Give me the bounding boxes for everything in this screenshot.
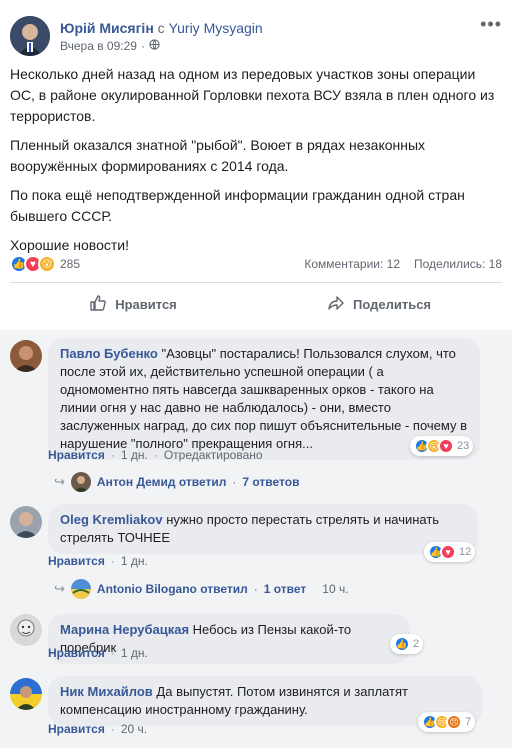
comment-timestamp[interactable]: 1 дн. <box>121 646 148 660</box>
angry-reaction-icon: 😠 <box>446 714 462 730</box>
commenter-name-link[interactable]: Oleg Kremliakov <box>60 512 163 527</box>
comment-text: "Азовцы" постарались! Пользовался слухом… <box>60 346 467 451</box>
author-connector: с <box>157 20 165 36</box>
comment-like-button[interactable]: Нравится <box>48 448 105 462</box>
post-stats: Комментарии: 12 Поделились: 18 <box>304 257 502 271</box>
more-options-button[interactable]: ••• <box>480 14 502 35</box>
comment-reactions[interactable]: 👍 😢 😠 7 <box>418 712 476 732</box>
comment-reaction-count: 12 <box>459 546 472 558</box>
comment-timestamp[interactable]: 1 дн. <box>121 448 148 462</box>
reply-count: 1 ответ <box>263 582 307 596</box>
post-paragraph: Несколько дней назад на одном из передов… <box>10 66 495 124</box>
comment-actions: Нравится · 1 дн. <box>48 554 148 568</box>
comment-reaction-count: 7 <box>465 716 472 728</box>
replies-link[interactable]: ↪ Antonio Bilogano ответил · 1 ответ 10 … <box>54 579 349 599</box>
wow-reaction-icon: 😮 <box>38 255 56 273</box>
post-header: Юрій Мисягін с Yuriy Mysyagin Вчера в 09… <box>10 10 502 56</box>
share-arrow-icon <box>327 294 345 315</box>
comment-actions: Нравится · 20 ч. <box>48 722 147 736</box>
post-paragraph: Хорошие новости! <box>10 237 129 253</box>
reply-arrow-icon: ↪ <box>54 581 65 596</box>
commenter-avatar[interactable] <box>10 340 42 372</box>
replier-avatar <box>70 579 91 599</box>
comment-actions: Нравится · 1 дн. <box>48 646 148 660</box>
reactions-summary: 👍 ♥ 😮 285 Комментарии: 12 Поделились: 18 <box>10 254 502 274</box>
dot-separator: · <box>110 646 115 660</box>
replier-name: Antonio Bilogano ответил <box>96 582 248 596</box>
comment-reaction-count: 23 <box>457 440 470 452</box>
meta-separator: · <box>140 39 145 53</box>
share-button[interactable]: Поделиться <box>256 286 502 322</box>
commenter-name-link[interactable]: Павло Бубенко <box>60 346 158 361</box>
globe-icon <box>149 39 160 53</box>
comment-like-button[interactable]: Нравится <box>48 646 105 660</box>
comments-count-link[interactable]: Комментарии: 12 <box>304 257 400 271</box>
replies-link[interactable]: ↪ Антон Демид ответил · 7 ответов <box>54 472 299 492</box>
post-meta: Вчера в 09:29 · <box>60 39 160 53</box>
post-paragraph: Пленный оказался знатной "рыбой". Воюет … <box>10 137 426 174</box>
comment-actions: Нравится · 1 дн. · Отредактировано <box>48 448 263 462</box>
commenter-avatar[interactable] <box>10 614 42 646</box>
dot-separator: · <box>232 475 237 489</box>
author-avatar[interactable] <box>10 16 50 56</box>
comment-like-button[interactable]: Нравится <box>48 554 105 568</box>
dot-separator: · <box>110 722 115 736</box>
reactions-count[interactable]: 285 <box>60 257 80 271</box>
comment-timestamp[interactable]: 20 ч. <box>121 722 147 736</box>
commenter-name-link[interactable]: Марина Нерубацкая <box>60 622 189 637</box>
post-body: Несколько дней назад на одном из передов… <box>10 64 502 264</box>
commenter-avatar[interactable] <box>10 678 42 710</box>
comment-bubble: Ник Михайлов Да выпустят. Потом извинятс… <box>48 676 482 726</box>
comment-bubble: Oleg Kremliakov нужно просто перестать с… <box>48 504 478 554</box>
shares-count-link[interactable]: Поделились: 18 <box>414 257 502 271</box>
comment-like-button[interactable]: Нравится <box>48 722 105 736</box>
like-label: Нравится <box>115 296 177 312</box>
commenter-avatar[interactable] <box>10 506 42 538</box>
replier-avatar <box>70 472 91 492</box>
comment-reactions[interactable]: 👍 😮 ♥ 23 <box>410 436 474 456</box>
like-button[interactable]: Нравится <box>10 286 256 322</box>
like-reaction-icon: 👍 <box>394 636 410 652</box>
commenter-name-link[interactable]: Ник Михайлов <box>60 684 153 699</box>
comments-section: Павло Бубенко "Азовцы" постарались! Поль… <box>0 330 512 748</box>
comment-reactions[interactable]: 👍 ♥ 12 <box>424 542 476 562</box>
comment-timestamp[interactable]: 1 дн. <box>121 554 148 568</box>
replier-name: Антон Демид ответил <box>96 475 227 489</box>
author-name-link[interactable]: Юрій Мисягін <box>60 20 154 36</box>
reply-arrow-icon: ↪ <box>54 474 65 489</box>
author-line: Юрій Мисягін с Yuriy Mysyagin <box>60 20 263 36</box>
share-label: Поделиться <box>352 296 432 312</box>
comment-reaction-count: 2 <box>413 638 420 650</box>
dot-separator: · <box>110 554 115 568</box>
comment-reactions[interactable]: 👍 2 <box>390 634 424 654</box>
dot-separator: · <box>253 582 258 596</box>
post-timestamp[interactable]: Вчера в 09:29 <box>60 39 137 53</box>
reply-count: 7 ответов <box>242 475 300 489</box>
reaction-icons[interactable]: 👍 ♥ 😮 <box>10 255 56 273</box>
dot-separator: · <box>110 448 115 462</box>
thumbs-up-icon <box>89 294 107 315</box>
love-reaction-icon: ♥ <box>440 544 456 560</box>
divider <box>10 282 502 283</box>
edited-label: Отредактировано <box>163 448 263 462</box>
reply-timestamp: 10 ч. <box>322 582 349 596</box>
post-actions: Нравится Поделиться <box>10 286 502 322</box>
love-reaction-icon: ♥ <box>438 438 454 454</box>
dot-separator: · <box>153 448 158 462</box>
post-paragraph: По пока ещё неподтвержденной информации … <box>10 187 465 224</box>
co-author-link[interactable]: Yuriy Mysyagin <box>169 20 263 36</box>
